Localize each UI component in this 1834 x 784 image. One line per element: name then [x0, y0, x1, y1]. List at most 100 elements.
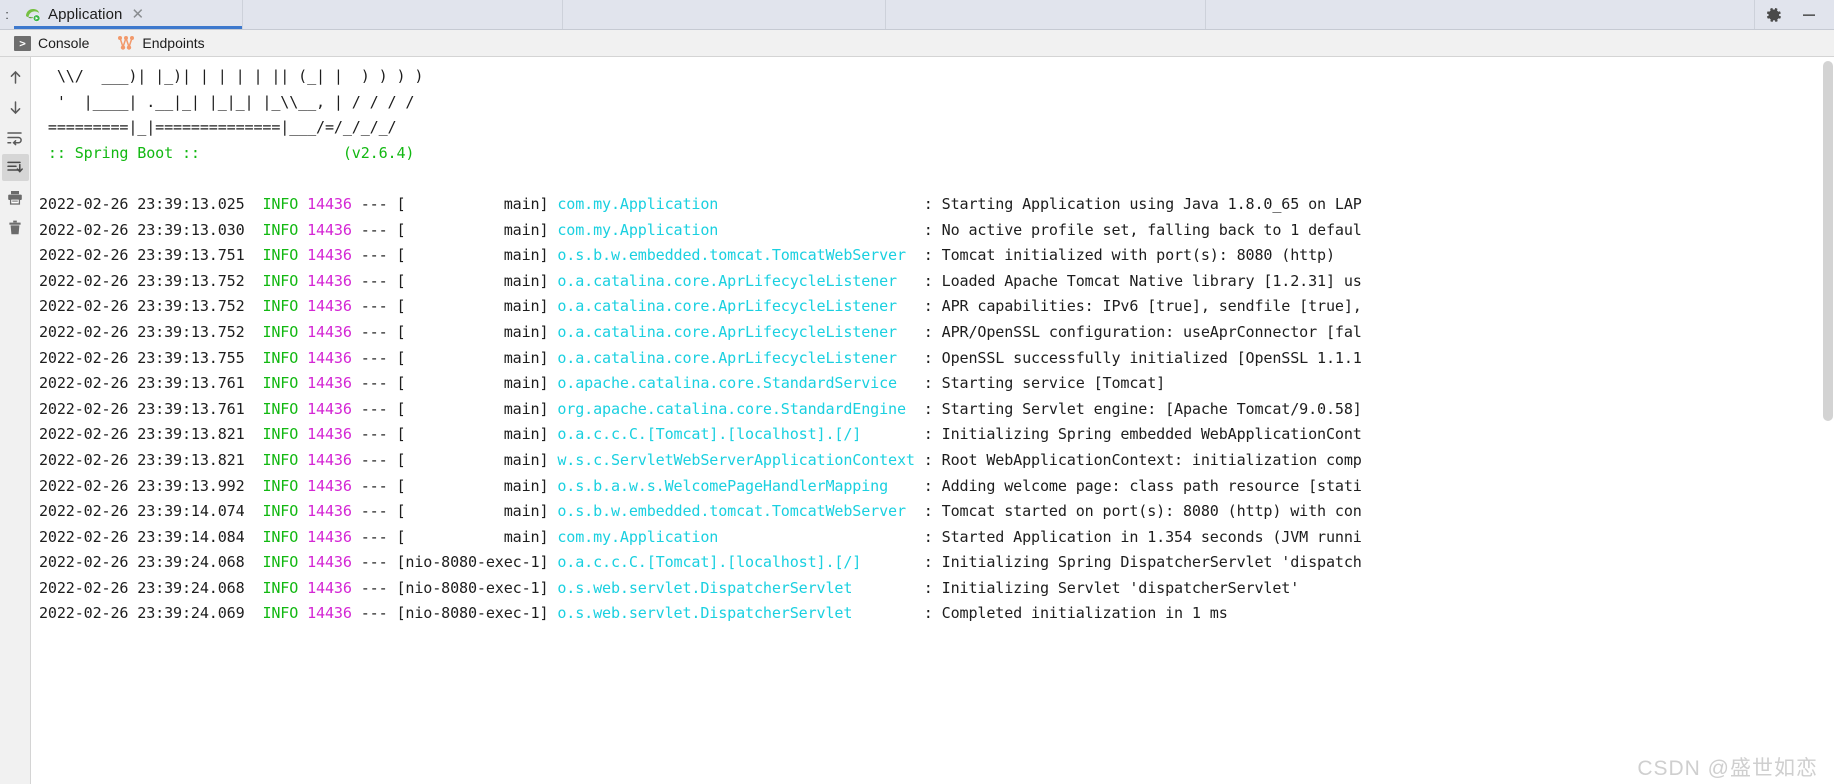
log-message: : Adding welcome page: class path resour… [914, 476, 1362, 495]
console-output-area[interactable]: \\/ ___)| |_)| | | | | || (_| | ) ) ) ) … [31, 57, 1834, 784]
log-level: INFO [262, 348, 299, 367]
tab-endpoints[interactable]: Endpoints [113, 33, 208, 53]
console-text: \\/ ___)| |_)| | | | | || (_| | ) ) ) ) … [31, 57, 1834, 627]
scroll-up-button[interactable] [2, 64, 29, 91]
log-message: : OpenSSL successfully initialized [Open… [914, 348, 1362, 367]
log-thread: [ main] [396, 450, 558, 469]
titlebar-segment-1 [242, 0, 562, 29]
tab-application[interactable]: Application ✕ [14, 0, 242, 29]
log-line: 2022-02-26 23:39:13.752 INFO 14436 --- [… [39, 269, 1834, 295]
log-space [298, 246, 307, 264]
log-separator: --- [351, 297, 397, 316]
log-pid: 14436 [307, 194, 352, 213]
log-logger: o.s.b.w.embedded.tomcat.TomcatWebServer [557, 246, 915, 265]
log-logger: com.my.Application [557, 194, 915, 213]
log-timestamp: 2022-02-26 23:39:13.821 [39, 425, 263, 444]
minimize-icon[interactable] [1800, 6, 1818, 24]
log-pid: 14436 [307, 246, 352, 265]
console-icon: > [14, 35, 31, 51]
print-button[interactable] [2, 184, 29, 211]
log-timestamp: 2022-02-26 23:39:24.068 [39, 578, 263, 597]
log-logger: o.apache.catalina.core.StandardService [557, 374, 915, 393]
close-icon[interactable]: ✕ [131, 7, 144, 22]
log-level: INFO [262, 604, 299, 623]
tab-console[interactable]: > Console [10, 33, 93, 53]
log-level: INFO [262, 220, 299, 239]
titlebar-segment-4 [1205, 0, 1754, 29]
log-message: : Initializing Spring DispatcherServlet … [914, 553, 1362, 572]
log-pid: 14436 [307, 425, 352, 444]
log-thread: [ main] [396, 297, 558, 316]
log-level: INFO [262, 246, 299, 265]
scroll-to-end-button[interactable] [1, 154, 29, 181]
console-vertical-scrollbar[interactable] [1822, 57, 1834, 784]
log-space [298, 323, 307, 341]
log-line: 2022-02-26 23:39:13.030 INFO 14436 --- [… [39, 218, 1834, 244]
log-pid: 14436 [307, 271, 352, 290]
log-message: : APR capabilities: IPv6 [true], sendfil… [914, 297, 1362, 316]
log-thread: [ main] [396, 527, 558, 546]
log-thread: [ main] [396, 194, 558, 213]
log-logger: o.a.c.c.C.[Tomcat].[localhost].[/] [557, 425, 915, 444]
log-separator: --- [351, 194, 397, 213]
log-timestamp: 2022-02-26 23:39:13.992 [39, 476, 263, 495]
log-separator: --- [351, 374, 397, 393]
log-timestamp: 2022-02-26 23:39:14.074 [39, 502, 263, 521]
log-logger: o.s.web.servlet.DispatcherServlet [557, 578, 915, 597]
log-level: INFO [262, 578, 299, 597]
log-logger: org.apache.catalina.core.StandardEngine [557, 399, 915, 418]
log-separator: --- [351, 553, 397, 572]
soft-wrap-button[interactable] [2, 124, 29, 151]
log-message: : Starting Servlet engine: [Apache Tomca… [914, 399, 1362, 418]
log-pid: 14436 [307, 297, 352, 316]
log-logger: com.my.Application [557, 220, 915, 239]
log-space [298, 195, 307, 213]
log-message: : Starting service [Tomcat] [914, 374, 1166, 393]
log-space [298, 502, 307, 520]
scroll-down-button[interactable] [2, 94, 29, 121]
log-line: 2022-02-26 23:39:14.084 INFO 14436 --- [… [39, 525, 1834, 551]
log-line: 2022-02-26 23:39:13.755 INFO 14436 --- [… [39, 346, 1834, 372]
log-thread: [ main] [396, 399, 558, 418]
banner-gap [200, 144, 343, 162]
log-level: INFO [262, 502, 299, 521]
log-message: : No active profile set, falling back to… [914, 220, 1362, 239]
log-space [298, 528, 307, 546]
gear-icon[interactable] [1765, 6, 1783, 24]
log-thread: [nio-8080-exec-1] [396, 553, 558, 572]
log-logger: w.s.c.ServletWebServerApplicationContext [557, 450, 915, 469]
log-line: 2022-02-26 23:39:13.821 INFO 14436 --- [… [39, 422, 1834, 448]
log-timestamp: 2022-02-26 23:39:24.069 [39, 604, 263, 623]
clear-all-trash-button[interactable] [2, 214, 29, 241]
log-logger: o.s.b.w.embedded.tomcat.TomcatWebServer [557, 502, 915, 521]
log-logger: com.my.Application [557, 527, 915, 546]
log-timestamp: 2022-02-26 23:39:13.030 [39, 220, 263, 239]
log-space [298, 579, 307, 597]
log-timestamp: 2022-02-26 23:39:13.761 [39, 374, 263, 393]
log-logger: o.a.catalina.core.AprLifecycleListener [557, 348, 915, 367]
log-pid: 14436 [307, 527, 352, 546]
log-level: INFO [262, 374, 299, 393]
log-message: : Tomcat started on port(s): 8080 (http)… [914, 502, 1362, 521]
log-message: : Root WebApplicationContext: initializa… [914, 450, 1362, 469]
log-thread: [ main] [396, 502, 558, 521]
log-space [298, 374, 307, 392]
log-line: 2022-02-26 23:39:13.761 INFO 14436 --- [… [39, 397, 1834, 423]
log-space [298, 604, 307, 622]
log-separator: --- [351, 502, 397, 521]
log-timestamp: 2022-02-26 23:39:13.752 [39, 322, 263, 341]
log-message: : APR/OpenSSL configuration: useAprConne… [914, 322, 1362, 341]
log-message: : Initializing Spring embedded WebApplic… [914, 425, 1362, 444]
log-thread: [ main] [396, 476, 558, 495]
log-space [298, 553, 307, 571]
scrollbar-thumb[interactable] [1823, 61, 1833, 421]
log-thread: [ main] [396, 322, 558, 341]
log-level: INFO [262, 297, 299, 316]
log-level: INFO [262, 476, 299, 495]
log-line: 2022-02-26 23:39:13.761 INFO 14436 --- [… [39, 371, 1834, 397]
log-level: INFO [262, 399, 299, 418]
log-level: INFO [262, 271, 299, 290]
blank-line [39, 166, 1834, 192]
log-line: 2022-02-26 23:39:13.821 INFO 14436 --- [… [39, 448, 1834, 474]
titlebar-empty-segments [242, 0, 1754, 29]
